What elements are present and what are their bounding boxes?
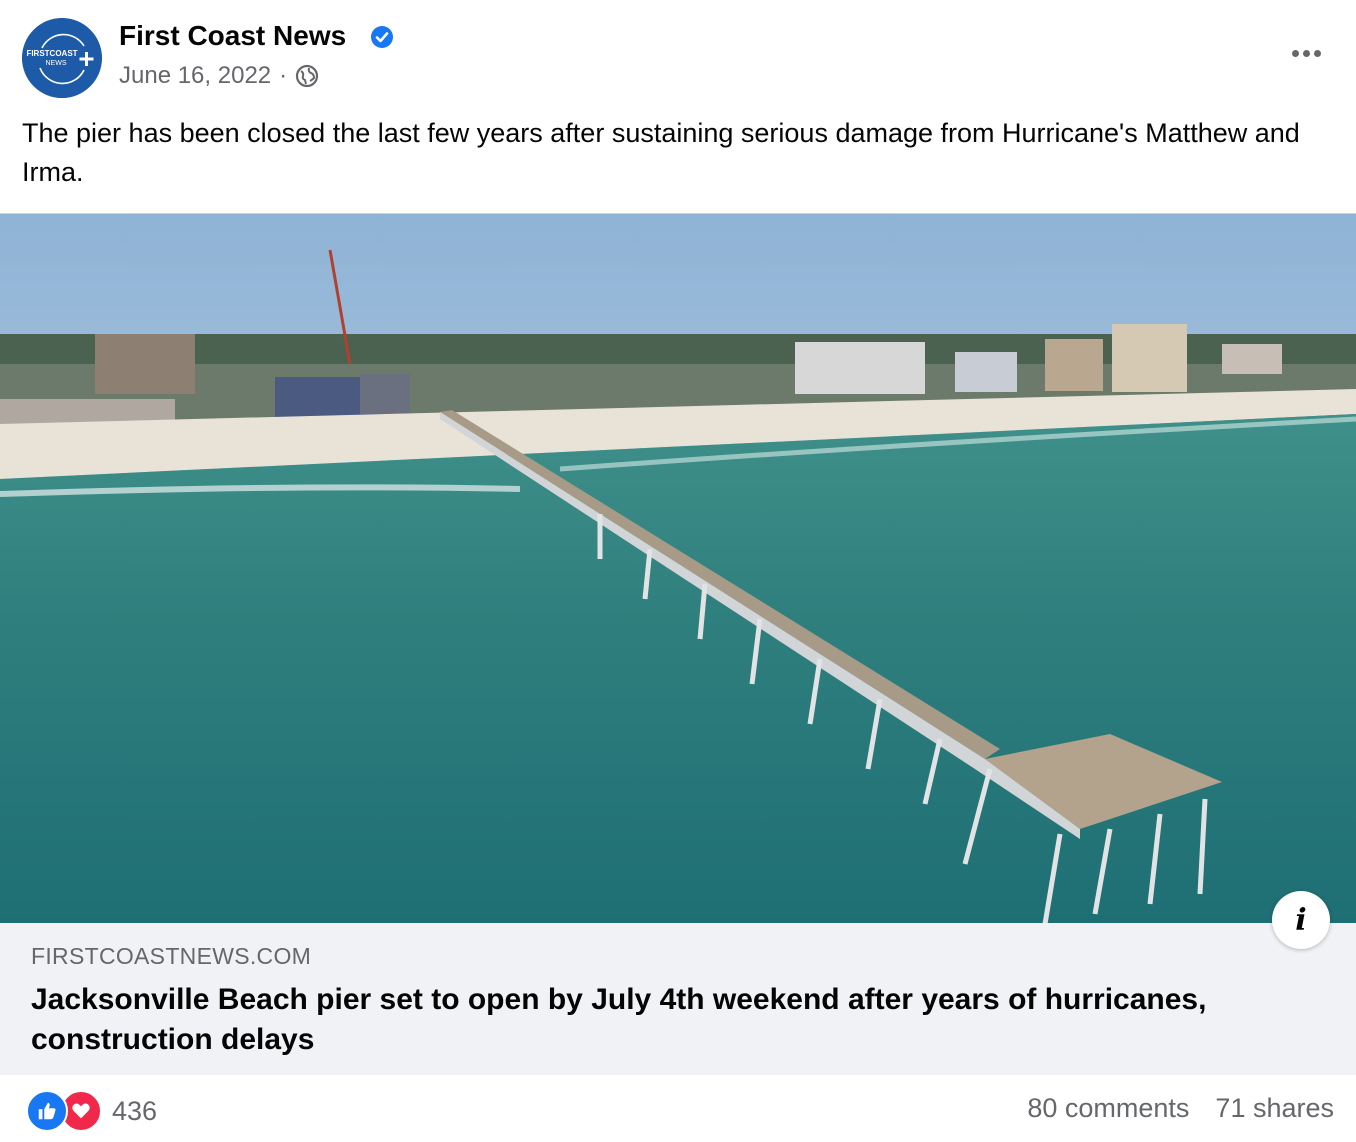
more-dot: [1291, 49, 1299, 57]
post-date[interactable]: June 16, 2022: [119, 62, 271, 90]
engagement-counts: 80 comments 71 shares: [1027, 1093, 1334, 1124]
meta-separator: ·: [279, 62, 288, 89]
pier-aerial-photo: [0, 214, 1356, 924]
info-icon: i: [1295, 902, 1307, 938]
avatar-text-top: FIRSTCOAST: [26, 49, 77, 58]
globe-icon[interactable]: [295, 64, 319, 88]
post-caption: The pier has been closed the last few ye…: [22, 118, 1300, 187]
post-header: FIRSTCOAST NEWS First Coast News June 16…: [22, 18, 1334, 102]
more-dot: [1313, 49, 1321, 57]
reaction-count: 436: [112, 1095, 158, 1126]
facebook-post: FIRSTCOAST NEWS First Coast News June 16…: [0, 0, 1356, 1142]
shares-count[interactable]: 71 shares: [1215, 1093, 1334, 1124]
first-coast-news-logo: FIRSTCOAST NEWS: [22, 18, 102, 98]
link-preview[interactable]: FIRSTCOASTNEWS.COM Jacksonville Beach pi…: [0, 891, 1356, 1075]
post-photo[interactable]: [0, 213, 1356, 924]
like-icon: [26, 1090, 68, 1132]
info-button[interactable]: i: [1272, 891, 1330, 949]
avatar-text-bottom: NEWS: [46, 60, 67, 67]
reactions-summary[interactable]: 436: [26, 1090, 157, 1132]
link-domain: FIRSTCOASTNEWS.COM: [31, 943, 312, 969]
more-dot: [1302, 49, 1310, 57]
verified-badge-icon: [371, 26, 393, 48]
page-avatar[interactable]: FIRSTCOAST NEWS: [22, 18, 102, 98]
post-footer: 436 80 comments 71 shares: [0, 1075, 1356, 1142]
page-name[interactable]: First Coast News: [119, 20, 346, 52]
post-meta: June 16, 2022 ·: [119, 62, 319, 90]
link-headline[interactable]: Jacksonville Beach pier set to open by J…: [31, 980, 1211, 1060]
more-options-button[interactable]: [1284, 38, 1328, 68]
comments-count[interactable]: 80 comments: [1027, 1093, 1189, 1124]
